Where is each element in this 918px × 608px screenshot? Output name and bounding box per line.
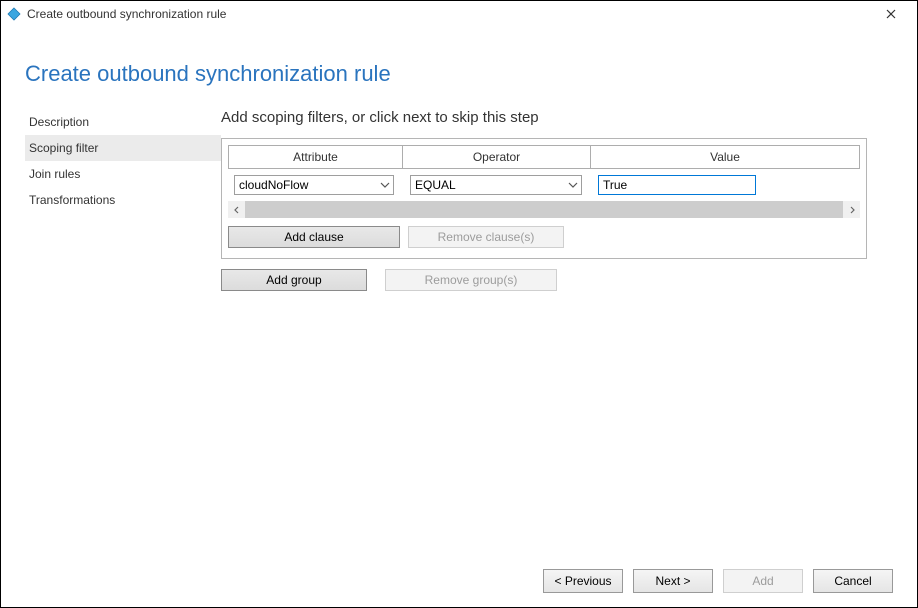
wizard-sidebar: Description Scoping filter Join rules Tr…	[25, 109, 221, 291]
sidebar-item-description[interactable]: Description	[25, 109, 221, 135]
attribute-dropdown-value: cloudNoFlow	[239, 178, 308, 192]
next-button[interactable]: Next >	[633, 569, 713, 593]
scroll-track[interactable]	[245, 201, 843, 218]
column-header-value: Value	[591, 146, 859, 168]
scroll-right-button[interactable]	[843, 201, 860, 218]
attribute-dropdown[interactable]: cloudNoFlow	[234, 175, 394, 195]
operator-dropdown[interactable]: EQUAL	[410, 175, 582, 195]
chevron-down-icon	[568, 178, 578, 192]
scoping-filter-group: Attribute Operator Value cloudNoFlow EQU…	[221, 138, 867, 259]
main-panel: Add scoping filters, or click next to sk…	[221, 109, 893, 291]
horizontal-scrollbar[interactable]	[228, 201, 860, 218]
window-title: Create outbound synchronization rule	[27, 7, 871, 21]
column-header-operator: Operator	[403, 146, 591, 168]
add-button: Add	[723, 569, 803, 593]
scroll-left-button[interactable]	[228, 201, 245, 218]
previous-button[interactable]: < Previous	[543, 569, 623, 593]
step-heading: Add scoping filters, or click next to sk…	[221, 109, 893, 126]
column-header-attribute: Attribute	[229, 146, 403, 168]
sidebar-item-scoping-filter[interactable]: Scoping filter	[25, 135, 221, 161]
cancel-button[interactable]: Cancel	[813, 569, 893, 593]
app-icon	[7, 7, 21, 21]
chevron-down-icon	[380, 178, 390, 192]
page-title: Create outbound synchronization rule	[25, 61, 893, 87]
wizard-footer: < Previous Next > Add Cancel	[543, 569, 893, 593]
operator-dropdown-value: EQUAL	[415, 178, 456, 192]
remove-group-button: Remove group(s)	[385, 269, 557, 291]
add-clause-button[interactable]: Add clause	[228, 226, 400, 248]
add-group-button[interactable]: Add group	[221, 269, 367, 291]
remove-clause-button: Remove clause(s)	[408, 226, 564, 248]
filter-header-row: Attribute Operator Value	[228, 145, 860, 169]
sidebar-item-join-rules[interactable]: Join rules	[25, 161, 221, 187]
window-close-button[interactable]	[871, 1, 911, 27]
value-input[interactable]	[598, 175, 756, 195]
filter-clause-row: cloudNoFlow EQUAL	[228, 169, 860, 195]
titlebar: Create outbound synchronization rule	[1, 1, 917, 27]
sidebar-item-transformations[interactable]: Transformations	[25, 187, 221, 213]
